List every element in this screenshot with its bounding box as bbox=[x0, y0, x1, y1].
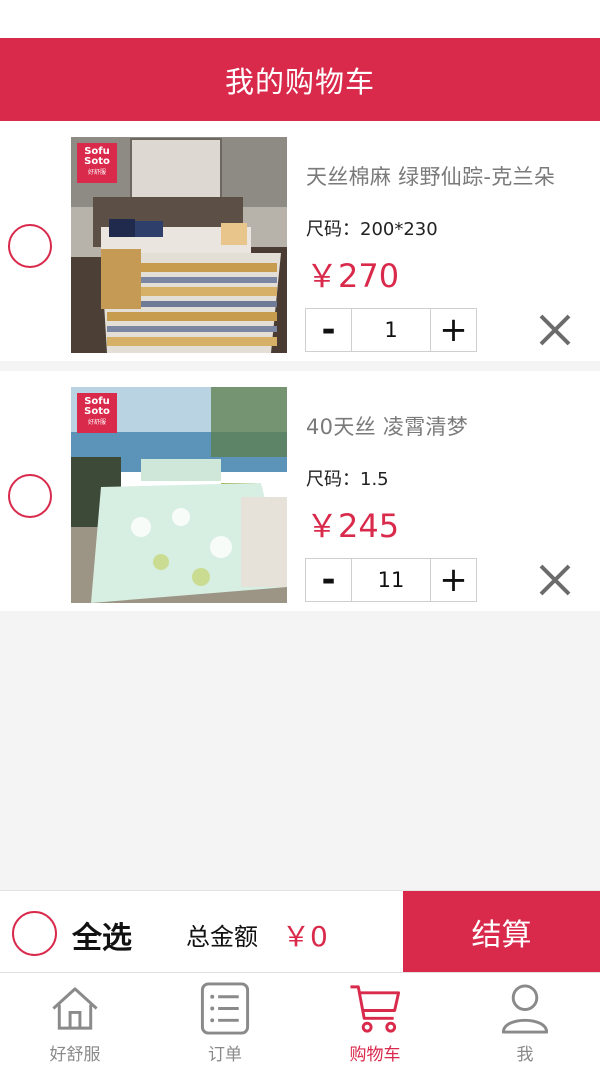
tab-label: 好舒服 bbox=[49, 1045, 101, 1065]
item-select-radio[interactable] bbox=[8, 474, 52, 518]
cart-item: Sofu Soto 好舒服 天丝棉麻 绿野仙踪-克兰朵 尺码：200*230 ￥… bbox=[0, 121, 600, 361]
increase-quantity-button[interactable]: + bbox=[430, 559, 476, 601]
page-title: 我的购物车 bbox=[224, 64, 375, 99]
tab-label: 订单 bbox=[208, 1045, 242, 1065]
select-all-label[interactable]: 全选 bbox=[72, 913, 132, 957]
person-icon bbox=[501, 984, 549, 1034]
select-all-radio[interactable] bbox=[12, 911, 57, 956]
home-icon bbox=[52, 987, 98, 1030]
page-header: 我的购物车 bbox=[0, 38, 600, 121]
order-list-icon bbox=[200, 982, 250, 1035]
tab-me[interactable]: 我 bbox=[450, 973, 600, 1065]
cart-icon bbox=[350, 985, 401, 1033]
brand-logo: Sofu Soto 好舒服 bbox=[77, 143, 117, 183]
cart-item: Sofu Soto 好舒服 40天丝 凌霄清梦 尺码：1.5 ￥245 - 11… bbox=[0, 371, 600, 611]
tab-cart[interactable]: 购物车 bbox=[300, 973, 450, 1065]
product-price: ￥270 bbox=[306, 257, 400, 295]
product-size: 尺码：200*230 bbox=[306, 219, 438, 240]
quantity-value[interactable]: 1 bbox=[352, 309, 430, 351]
tab-label: 我 bbox=[516, 1045, 534, 1065]
decrease-quantity-button[interactable]: - bbox=[306, 309, 352, 351]
decrease-quantity-button[interactable]: - bbox=[306, 559, 352, 601]
quantity-value[interactable]: 11 bbox=[352, 559, 430, 601]
quantity-stepper: - 1 + bbox=[305, 308, 477, 352]
close-icon[interactable] bbox=[536, 311, 574, 349]
item-select-radio[interactable] bbox=[8, 224, 52, 268]
status-bar bbox=[0, 0, 600, 38]
bottom-tab-bar: 好舒服 订单 购物车 我 bbox=[0, 972, 600, 1065]
brand-logo: Sofu Soto 好舒服 bbox=[77, 393, 117, 433]
product-image[interactable]: Sofu Soto 好舒服 bbox=[71, 137, 287, 353]
product-title[interactable]: 40天丝 凌霄清梦 bbox=[306, 411, 468, 441]
quantity-stepper: - 11 + bbox=[305, 558, 477, 602]
tab-orders[interactable]: 订单 bbox=[150, 973, 300, 1065]
product-title[interactable]: 天丝棉麻 绿野仙踪-克兰朵 bbox=[306, 161, 555, 191]
close-icon[interactable] bbox=[536, 561, 574, 599]
total-label: 总金额 bbox=[186, 923, 258, 951]
product-size: 尺码：1.5 bbox=[306, 469, 389, 490]
checkout-button[interactable]: 结算 bbox=[403, 891, 600, 973]
increase-quantity-button[interactable]: + bbox=[430, 309, 476, 351]
tab-label: 购物车 bbox=[349, 1045, 401, 1065]
total-amount: ￥0 bbox=[282, 920, 328, 953]
product-price: ￥245 bbox=[306, 507, 400, 545]
product-image[interactable]: Sofu Soto 好舒服 bbox=[71, 387, 287, 603]
cart-summary-bar: 全选 总金额 ￥0 结算 bbox=[0, 890, 600, 973]
tab-home[interactable]: 好舒服 bbox=[0, 973, 150, 1065]
